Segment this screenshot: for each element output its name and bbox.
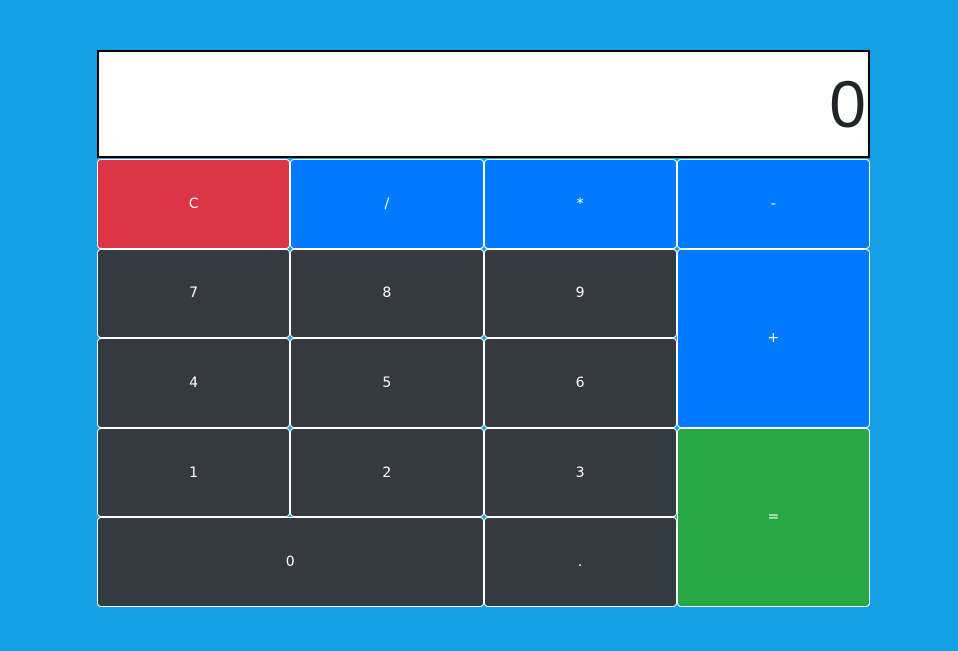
keypad: C / * - 7 8 9 + 4 5 6 1 2 3 = 0 . [97, 159, 870, 607]
digit-1-button[interactable]: 1 [97, 427, 291, 518]
digit-5-button[interactable]: 5 [290, 338, 484, 428]
digit-0-button[interactable]: 0 [97, 517, 484, 607]
digit-4-button[interactable]: 4 [97, 338, 291, 428]
calculator-display: 0 [97, 50, 870, 158]
add-button[interactable]: + [676, 248, 870, 428]
subtract-button[interactable]: - [676, 159, 870, 249]
digit-2-button[interactable]: 2 [290, 427, 484, 518]
digit-9-button[interactable]: 9 [483, 248, 677, 339]
divide-button[interactable]: / [290, 159, 484, 249]
display-value: 0 [829, 67, 866, 141]
digit-6-button[interactable]: 6 [483, 338, 677, 428]
multiply-button[interactable]: * [483, 159, 677, 249]
clear-button[interactable]: C [97, 159, 291, 249]
equals-button[interactable]: = [676, 427, 870, 607]
digit-7-button[interactable]: 7 [97, 248, 291, 339]
digit-3-button[interactable]: 3 [483, 427, 677, 518]
decimal-button[interactable]: . [483, 517, 677, 607]
digit-8-button[interactable]: 8 [290, 248, 484, 339]
